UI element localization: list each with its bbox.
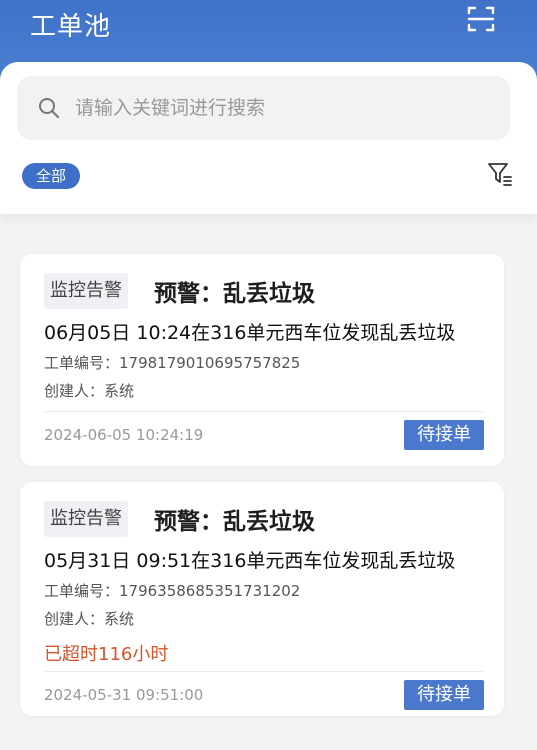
ticket-tag: 监控告警 <box>44 273 128 309</box>
search-input[interactable] <box>73 96 477 120</box>
ticket-title: 预警：乱丢垃圾 <box>154 281 315 307</box>
accept-ticket-button[interactable]: 待接单 <box>404 680 484 710</box>
accept-ticket-button[interactable]: 待接单 <box>404 420 484 450</box>
ticket-order-no: 工单编号：1796358685351731202 <box>44 582 301 600</box>
ticket-card[interactable]: 监控告警 预警：乱丢垃圾 06月05日 10:24在316单元西车位发现乱丢垃圾… <box>20 254 504 466</box>
ticket-created-at: 2024-05-31 09:51:00 <box>44 686 204 704</box>
ticket-card[interactable]: 监控告警 预警：乱丢垃圾 05月31日 09:51在316单元西车位发现乱丢垃圾… <box>20 482 504 716</box>
ticket-title: 预警：乱丢垃圾 <box>154 509 315 535</box>
overdue-status: 已超时116小时 <box>44 644 169 665</box>
ticket-description: 05月31日 09:51在316单元西车位发现乱丢垃圾 <box>44 550 456 572</box>
filter-icon[interactable] <box>486 160 514 188</box>
divider <box>44 411 484 412</box>
ticket-creator: 创建人：系统 <box>44 382 135 400</box>
scan-icon[interactable] <box>466 4 496 34</box>
divider <box>44 671 484 672</box>
ticket-order-no: 工单编号：1798179010695757825 <box>44 354 301 372</box>
ticket-creator: 创建人：系统 <box>44 610 135 628</box>
filter-chip-all[interactable]: 全部 <box>22 163 81 189</box>
search-box[interactable] <box>17 76 510 140</box>
ticket-tag: 监控告警 <box>44 501 128 537</box>
ticket-description: 06月05日 10:24在316单元西车位发现乱丢垃圾 <box>44 322 456 344</box>
ticket-created-at: 2024-06-05 10:24:19 <box>44 426 204 444</box>
search-icon <box>39 98 60 119</box>
search-panel: 全部 <box>0 62 537 214</box>
page-title: 工单池 <box>30 12 112 42</box>
